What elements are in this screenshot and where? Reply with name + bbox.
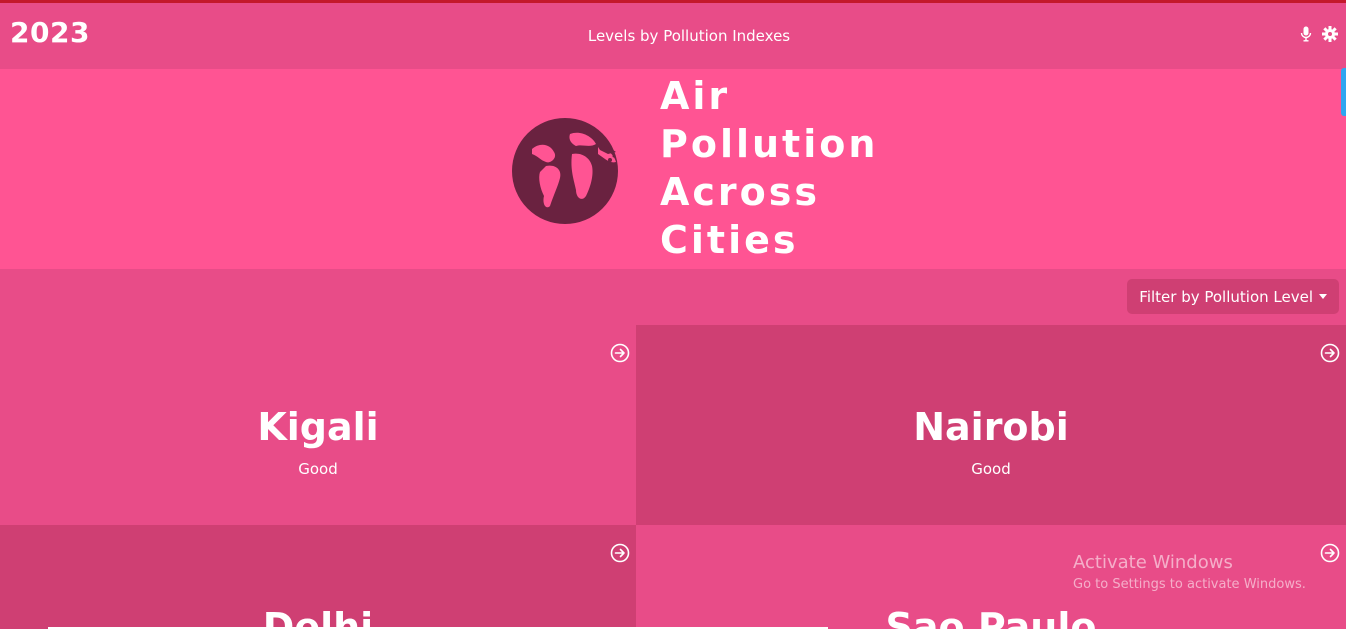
hero-title-line: Air	[660, 74, 731, 118]
hero-title-line: Cities	[660, 218, 799, 262]
globe-icon	[510, 114, 620, 224]
arrow-right-circle-icon[interactable]	[610, 343, 630, 367]
city-card[interactable]: Nairobi Good	[636, 325, 1346, 525]
nav-icons	[1300, 26, 1338, 42]
arrow-right-circle-icon[interactable]	[1320, 343, 1340, 367]
filter-bar: Filter by Pollution Level	[0, 269, 1346, 325]
activation-watermark: Activate Windows Go to Settings to activ…	[1073, 552, 1306, 592]
city-name: Kigali	[257, 405, 379, 449]
pollution-level: Good	[298, 460, 338, 478]
gear-icon[interactable]	[1322, 26, 1338, 42]
page-subtitle: Levels by Pollution Indexes	[587, 27, 791, 45]
watermark-title: Activate Windows	[1073, 552, 1233, 573]
filter-label: Filter by Pollution Level	[1139, 287, 1313, 306]
arrow-right-circle-icon[interactable]	[1320, 543, 1340, 567]
hero-banner: Air Pollution Across Cities	[0, 69, 1346, 269]
city-name: Nairobi	[913, 405, 1069, 449]
watermark-subtitle: Go to Settings to activate Windows.	[1073, 577, 1306, 592]
filter-dropdown-button[interactable]: Filter by Pollution Level	[1127, 279, 1339, 314]
pollution-level: Good	[971, 460, 1011, 478]
hero-title-line: Pollution	[660, 122, 879, 166]
microphone-icon[interactable]	[1300, 26, 1312, 42]
scroll-indicator[interactable]	[1341, 68, 1346, 116]
navbar: 2023 Levels by Pollution Indexes	[0, 3, 1346, 69]
hero-title-line: Across	[660, 170, 821, 214]
hero-title: Air Pollution Across Cities	[660, 72, 900, 264]
city-card[interactable]: Kigali Good	[0, 325, 636, 525]
city-name: Sao Paulo	[885, 605, 1097, 629]
caret-down-icon	[1319, 294, 1327, 299]
arrow-right-circle-icon[interactable]	[610, 543, 630, 567]
city-name: Delhi	[262, 605, 374, 629]
city-card[interactable]: Delhi	[0, 525, 636, 629]
